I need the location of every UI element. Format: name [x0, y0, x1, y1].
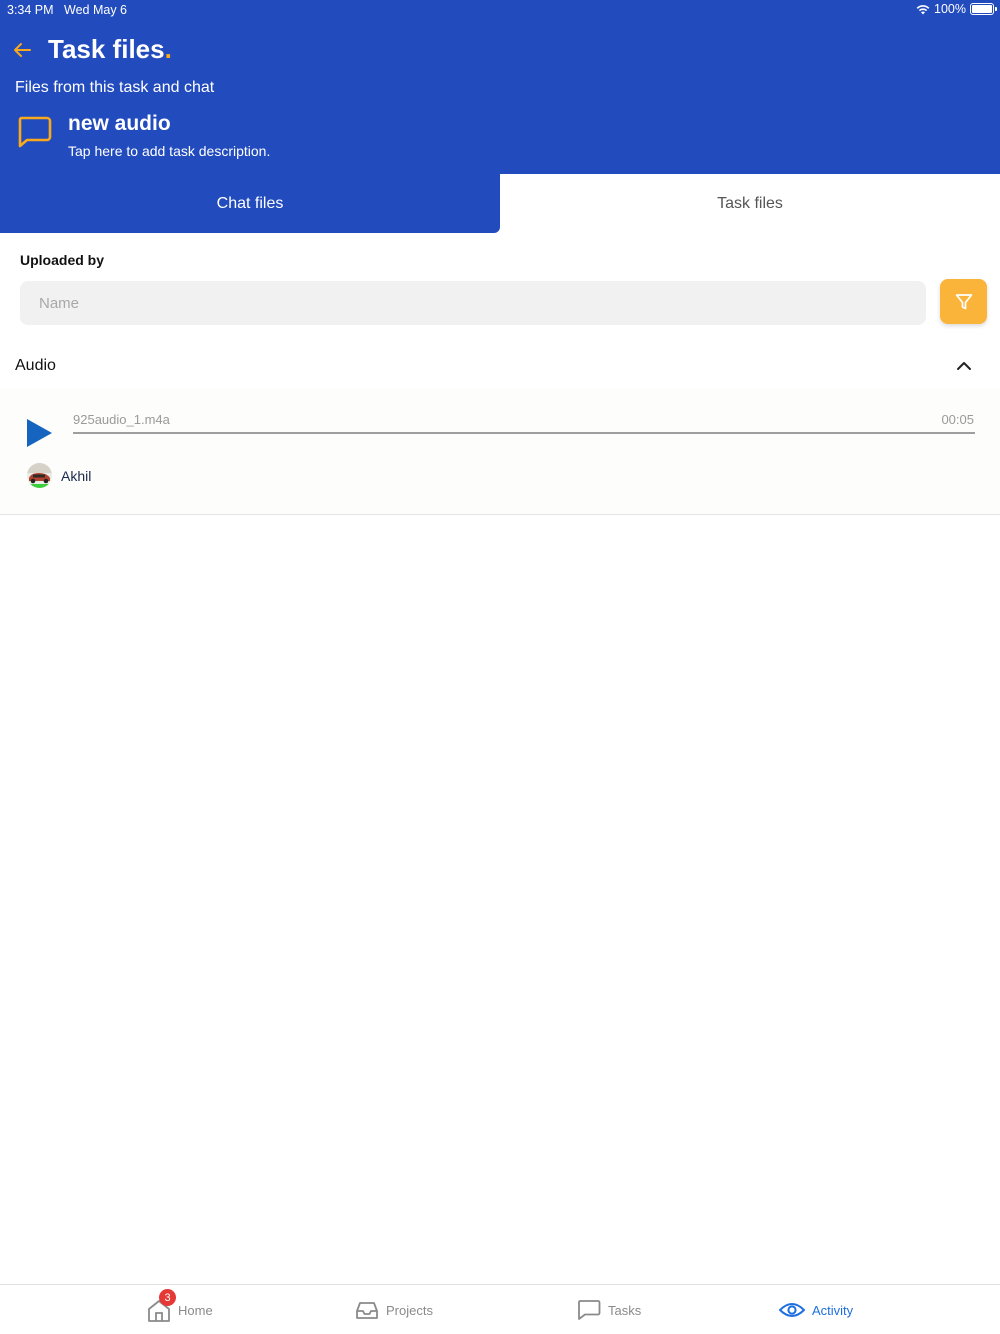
avatar [27, 463, 52, 488]
section-title-audio: Audio [15, 357, 56, 374]
status-bar: 3:34 PM Wed May 6 100% [0, 0, 1000, 20]
nav-label-activity: Activity [812, 1302, 854, 1318]
notification-badge: 3 [159, 1289, 176, 1306]
task-name: new audio [68, 112, 171, 135]
audio-file-name: 925audio_1.m4a [73, 412, 170, 427]
audio-list-item: 925audio_1.m4a 00:05 Akhil [0, 388, 1000, 515]
nav-item-projects[interactable]: Projects [354, 1297, 433, 1323]
chat-bubble-icon [18, 116, 52, 148]
page-subtitle: Files from this task and chat [15, 79, 215, 96]
name-search-input[interactable] [20, 281, 926, 325]
bottom-nav: 3 Home Projects Tasks Activity [0, 1284, 1000, 1334]
nav-label-tasks: Tasks [608, 1302, 642, 1318]
title-dot: . [164, 34, 172, 64]
home-icon-wrap: 3 [146, 1289, 176, 1323]
audio-duration: 00:05 [941, 412, 974, 427]
inbox-icon [356, 1302, 378, 1319]
battery-percent: 100% [934, 2, 966, 16]
filter-button[interactable] [940, 279, 987, 324]
back-arrow-icon[interactable] [10, 38, 34, 62]
wifi-icon [916, 4, 930, 14]
status-indicators: 100% [916, 2, 997, 16]
eye-icon [779, 1303, 805, 1317]
chat-bubble-icon [578, 1300, 601, 1320]
header: 3:34 PM Wed May 6 100% Task files. Files… [0, 0, 1000, 174]
status-time: 3:34 PM [7, 3, 54, 17]
play-icon[interactable] [25, 417, 55, 449]
battery-icon [970, 3, 997, 15]
tab-task-files[interactable]: Task files [500, 174, 1000, 233]
page-title-text: Task files [48, 34, 165, 64]
nav-label-home: Home [178, 1302, 213, 1318]
nav-item-home[interactable]: 3 Home [146, 1289, 213, 1323]
task-description[interactable]: Tap here to add task description. [68, 143, 270, 159]
nav-item-activity[interactable]: Activity [778, 1297, 853, 1323]
tab-chat-files[interactable]: Chat files [0, 174, 500, 233]
chevron-up-icon[interactable] [953, 356, 975, 376]
nav-item-tasks[interactable]: Tasks [576, 1297, 641, 1323]
audio-progress-bar[interactable] [73, 432, 975, 434]
nav-label-projects: Projects [386, 1302, 433, 1318]
filter-icon [955, 293, 972, 309]
tab-bar: Chat files Task files [0, 174, 1000, 233]
uploaded-by-label: Uploaded by [20, 252, 105, 268]
status-date: Wed May 6 [64, 3, 127, 17]
page-title: Task files. [48, 34, 172, 65]
uploader-name: Akhil [61, 468, 92, 484]
